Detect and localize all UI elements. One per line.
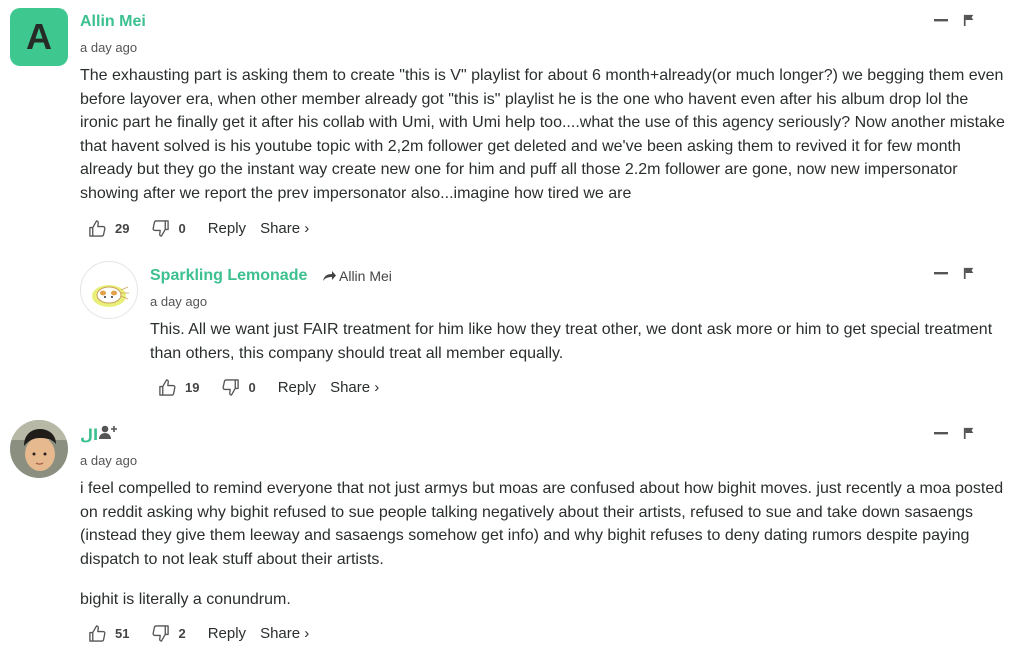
avatar-letter: A	[26, 16, 52, 57]
collapse-icon[interactable]	[934, 13, 948, 27]
comment-actions: 29 0 Reply Share ›	[88, 219, 309, 238]
avatar[interactable]	[80, 261, 138, 319]
comment-actions: 19 0 Reply Share ›	[158, 378, 379, 397]
upvote-button[interactable]: 29	[88, 219, 129, 238]
comment-al: ال a day ago i feel compelled to remind …	[0, 410, 1013, 651]
timestamp[interactable]: a day ago	[150, 294, 207, 309]
comment-paragraph-2: bighit is literally a conundrum.	[80, 591, 291, 608]
thumbs-up-icon	[88, 219, 107, 238]
comment-tools	[934, 266, 976, 280]
lemon-cat-icon	[92, 285, 129, 307]
comment-sparkling-lemonade: Sparkling Lemonade Allin Mei a day ago T…	[0, 250, 1013, 405]
thumbs-down-icon	[151, 624, 170, 643]
comment-body: This. All we want just FAIR treatment fo…	[150, 318, 1000, 365]
upvote-button[interactable]: 19	[158, 378, 199, 397]
comment-tools	[934, 13, 976, 27]
share-button[interactable]: Share ›	[330, 379, 379, 396]
share-button[interactable]: Share ›	[260, 625, 309, 642]
comment-body: i feel compelled to remind everyone that…	[80, 477, 1005, 612]
avatar[interactable]: A	[10, 8, 68, 66]
thumbs-up-icon	[88, 624, 107, 643]
collapse-icon[interactable]	[934, 266, 948, 280]
downvote-button[interactable]: 2	[151, 624, 186, 643]
author-name[interactable]: Allin Mei	[80, 13, 146, 31]
downvote-count: 0	[178, 221, 186, 236]
author-name[interactable]: ال	[80, 426, 98, 444]
comment-text: The exhausting part is asking them to cr…	[80, 67, 1005, 202]
reply-button[interactable]: Reply	[278, 379, 316, 396]
comment-paragraph-1: i feel compelled to remind everyone that…	[80, 480, 1004, 568]
comment-tools	[934, 426, 976, 440]
thumbs-down-icon	[151, 219, 170, 238]
upvote-button[interactable]: 51	[88, 624, 129, 643]
comment-text: This. All we want just FAIR treatment fo…	[150, 321, 993, 362]
follow-user-icon[interactable]	[98, 424, 118, 440]
collapse-icon[interactable]	[934, 426, 948, 440]
reply-button[interactable]: Reply	[208, 625, 246, 642]
upvote-count: 51	[115, 626, 130, 641]
comment-actions: 51 2 Reply Share ›	[88, 624, 309, 643]
downvote-button[interactable]: 0	[151, 219, 186, 238]
thumbs-up-icon	[158, 378, 177, 397]
reply-to-name: Allin Mei	[339, 268, 392, 284]
flag-icon[interactable]	[962, 13, 976, 27]
downvote-count: 2	[178, 626, 186, 641]
author-name[interactable]: Sparkling Lemonade	[150, 267, 307, 285]
comment-allin-mei: A Allin Mei a day ago The exhausting par…	[0, 0, 1013, 245]
avatar[interactable]	[10, 420, 68, 478]
comment-body: The exhausting part is asking them to cr…	[80, 64, 1005, 205]
reply-arrow-icon	[323, 271, 336, 281]
downvote-button[interactable]: 0	[221, 378, 256, 397]
timestamp[interactable]: a day ago	[80, 453, 137, 468]
child-photo-icon	[10, 420, 68, 478]
timestamp[interactable]: a day ago	[80, 40, 137, 55]
thumbs-down-icon	[221, 378, 240, 397]
share-button[interactable]: Share ›	[260, 220, 309, 237]
reply-button[interactable]: Reply	[208, 220, 246, 237]
flag-icon[interactable]	[962, 426, 976, 440]
upvote-count: 29	[115, 221, 130, 236]
downvote-count: 0	[248, 380, 256, 395]
flag-icon[interactable]	[962, 266, 976, 280]
upvote-count: 19	[185, 380, 200, 395]
reply-to[interactable]: Allin Mei	[322, 268, 392, 284]
